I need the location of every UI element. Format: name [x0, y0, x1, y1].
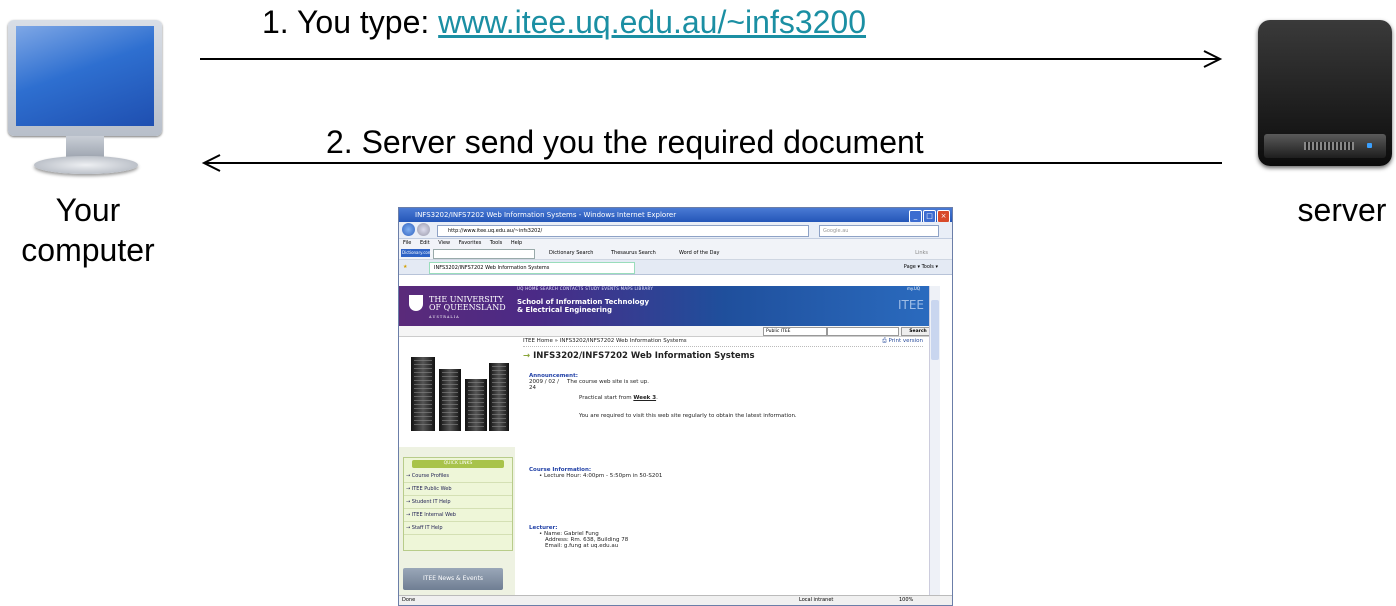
- announcement-line2: Practical start from Week 3.: [579, 395, 658, 401]
- client-label: Your computer: [0, 190, 176, 270]
- news-events-button[interactable]: ITEE News & Events: [403, 568, 503, 590]
- response-arrow: [201, 154, 1222, 172]
- step1-text: 1. You type: www.itee.uq.edu.au/~infs320…: [262, 4, 866, 40]
- favorites-star-icon[interactable]: ★: [403, 260, 407, 274]
- school-name-1: School of Information Technology: [517, 298, 650, 306]
- client-label-line1: Your: [55, 192, 121, 228]
- announcement-line3: You are required to visit this web site …: [579, 413, 797, 419]
- forward-icon[interactable]: [417, 223, 430, 236]
- browser-title: INFS3202/INFS7202 Web Information System…: [415, 211, 677, 219]
- uq-name-2: OF QUEENSLAND: [429, 303, 506, 312]
- dictionary-search-link[interactable]: Dictionary Search: [549, 248, 593, 259]
- request-arrow: [200, 50, 1223, 68]
- tab-bar: ★ INFS3202/INFS7202 Web Information Syst…: [399, 260, 952, 275]
- word-of-day-link[interactable]: Word of the Day: [679, 248, 720, 259]
- quick-link[interactable]: → ITEE Public Web: [404, 483, 512, 496]
- uq-name-3: AUSTRALIA: [429, 315, 460, 319]
- left-column: QUICK LINKS → Course Profiles → ITEE Pub…: [399, 337, 515, 596]
- lecturer-section: Lecturer: • Name: Gabriel Fung Address: …: [529, 525, 923, 549]
- quick-link[interactable]: → Staff IT Help: [404, 522, 512, 535]
- quick-links-title: QUICK LINKS: [412, 460, 504, 468]
- menu-edit[interactable]: Edit: [420, 240, 430, 246]
- announcement-line1: The course web site is set up.: [567, 379, 649, 385]
- menu-view[interactable]: View: [438, 240, 450, 246]
- myuq-link[interactable]: my.UQ: [907, 286, 920, 291]
- school-name: School of Information Technology & Elect…: [517, 298, 649, 314]
- announcement-date: 2009 / 02 / 24: [529, 379, 559, 391]
- site-search-bar: Public ITEE Search: [399, 326, 940, 337]
- quick-link[interactable]: → ITEE Internal Web: [404, 509, 512, 522]
- page-tools-menu[interactable]: Page ▾ Tools ▾: [904, 260, 938, 274]
- menu-help[interactable]: Help: [511, 240, 522, 246]
- announcement-section: Announcement: 2009 / 02 / 24 The course …: [529, 373, 923, 431]
- server-label: server: [1297, 192, 1387, 228]
- back-icon[interactable]: [402, 223, 415, 236]
- page-heading: → INFS3202/INFS7202 Web Information Syst…: [523, 351, 755, 361]
- site-banner: THE UNIVERSITY OF QUEENSLAND AUSTRALIA U…: [399, 286, 940, 326]
- menu-tools[interactable]: Tools: [490, 240, 502, 246]
- search-input[interactable]: Google.au: [819, 225, 939, 237]
- menu-file[interactable]: File: [403, 240, 411, 246]
- monitor-stand: [34, 156, 138, 174]
- client-label-line2: computer: [21, 232, 155, 268]
- uq-logo: THE UNIVERSITY OF QUEENSLAND AUSTRALIA: [429, 296, 506, 321]
- quick-link[interactable]: → Course Profiles: [404, 470, 512, 483]
- school-name-2: & Electrical Engineering: [517, 306, 613, 314]
- uq-crest-icon: [409, 295, 423, 311]
- lecturer-email: Email: g.fung at uq.edu.au: [545, 543, 619, 549]
- quick-link[interactable]: → Student IT Help: [404, 496, 512, 509]
- site-nav[interactable]: UQ HOME SEARCH CONTACTS STUDY EVENTS MAP…: [517, 286, 653, 291]
- quick-links-panel: QUICK LINKS → Course Profiles → ITEE Pub…: [403, 457, 513, 551]
- dictionary-input[interactable]: [433, 249, 535, 259]
- links-toolbar: Dictionary.com Dictionary Search Thesaur…: [399, 248, 952, 260]
- monitor: [8, 20, 162, 136]
- thesaurus-search-link[interactable]: Thesaurus Search: [611, 248, 656, 259]
- itee-watermark: ITEE: [897, 298, 924, 312]
- address-bar: http://www.itee.uq.edu.au/~infs3202/ Goo…: [399, 222, 952, 239]
- web-page: THE UNIVERSITY OF QUEENSLAND AUSTRALIA U…: [399, 286, 940, 596]
- site-search-input[interactable]: [827, 327, 899, 336]
- page-scrollbar[interactable]: [929, 286, 940, 596]
- menu-favorites[interactable]: Favorites: [459, 240, 482, 246]
- address-input[interactable]: http://www.itee.uq.edu.au/~infs3202/: [437, 225, 809, 237]
- monitor-neck: [66, 136, 104, 158]
- tab-current[interactable]: INFS3202/INFS7202 Web Information System…: [429, 262, 635, 274]
- course-info-section: Course Information: • Lecture Hour: 4:00…: [529, 467, 923, 479]
- browser-window: INFS3202/INFS7202 Web Information System…: [398, 207, 953, 606]
- dictionary-logo: Dictionary.com: [401, 249, 432, 257]
- links-label[interactable]: Links: [915, 248, 928, 259]
- url-link[interactable]: www.itee.uq.edu.au/~infs3200: [438, 4, 866, 40]
- course-info-item: • Lecture Hour: 4:00pm - 5:50pm in 50-S2…: [539, 473, 663, 479]
- week3-link[interactable]: Week 3: [633, 395, 656, 401]
- main-content: ITEE Home » INFS3202/INFS7202 Web Inform…: [523, 337, 923, 549]
- print-version-link[interactable]: ⎙ Print version: [882, 337, 923, 346]
- menu-bar: File Edit View Favorites Tools Help: [399, 239, 952, 248]
- step1-prefix: 1. You type:: [262, 4, 439, 40]
- server-icon: [1258, 20, 1392, 166]
- scope-select[interactable]: Public ITEE: [763, 327, 827, 336]
- breadcrumb-text[interactable]: ITEE Home » INFS3202/INFS7202 Web Inform…: [523, 338, 687, 344]
- server-racks-image: [399, 337, 515, 447]
- browser-titlebar: INFS3202/INFS7202 Web Information System…: [399, 208, 952, 223]
- arrow-icon: →: [523, 351, 531, 361]
- breadcrumb: ITEE Home » INFS3202/INFS7202 Web Inform…: [523, 337, 923, 347]
